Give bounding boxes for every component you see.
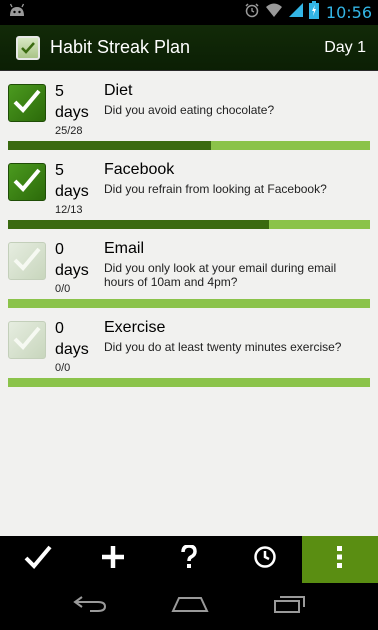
checkbox-icon[interactable] (16, 35, 40, 60)
habit-checkbox[interactable] (8, 163, 46, 201)
day-label: Day 1 (324, 38, 366, 56)
list-item[interactable]: 0 days 0/0 Email Did you only look at yo… (0, 230, 378, 309)
plus-icon (101, 545, 125, 574)
streak: 5 days 25/28 (55, 82, 100, 138)
list-item[interactable]: 0 days 0/0 Exercise Did you do at least … (0, 309, 378, 388)
habit-name: Facebook (104, 161, 175, 178)
streak-unit: days (55, 341, 89, 358)
check-icon (24, 545, 52, 574)
app-title: Habit Streak Plan (50, 37, 191, 57)
help-button[interactable] (151, 536, 227, 583)
bottom-toolbar (0, 536, 378, 583)
overflow-menu-icon (336, 545, 344, 574)
status-time: 10:56 (325, 3, 372, 22)
action-bar: Habit Streak Plan Day 1 (0, 25, 378, 71)
progress-fill (8, 220, 269, 229)
habit-name: Email (104, 240, 145, 257)
streak-ratio: 0/0 (55, 362, 71, 374)
check-icon (12, 167, 42, 198)
streak-count: 0 (55, 241, 64, 258)
home-icon[interactable] (171, 596, 209, 617)
progress-bar (8, 299, 370, 308)
habit-question: Did you avoid eating chocolate? (104, 103, 275, 117)
habit-question: Did you do at least twenty minutes exerc… (104, 340, 342, 354)
signal-icon (288, 2, 304, 23)
streak-count: 5 (55, 83, 64, 100)
history-button[interactable] (227, 536, 303, 583)
wifi-icon (265, 2, 283, 23)
battery-icon (308, 1, 319, 24)
streak: 0 days 0/0 (55, 319, 100, 375)
overflow-menu-button[interactable] (302, 536, 378, 583)
status-bar: 10:56 (0, 0, 378, 25)
check-button[interactable] (0, 536, 76, 583)
streak-unit: days (55, 183, 89, 200)
habit-checkbox[interactable] (8, 321, 46, 359)
back-icon[interactable] (72, 595, 108, 618)
streak-count: 5 (55, 162, 64, 179)
check-icon (12, 246, 42, 277)
check-icon (12, 325, 42, 356)
progress-bar (8, 378, 370, 387)
habit-checkbox[interactable] (8, 242, 46, 280)
streak: 5 days 12/13 (55, 161, 100, 217)
question-icon (180, 544, 198, 574)
android-icon (8, 3, 26, 22)
habit-question: Did you refrain from looking at Facebook… (104, 182, 327, 196)
progress-bar (8, 220, 370, 229)
clock-icon (253, 545, 277, 574)
system-nav-bar (0, 583, 378, 630)
streak-ratio: 25/28 (55, 125, 83, 137)
list-item[interactable]: 5 days 25/28 Diet Did you avoid eating c… (0, 72, 378, 151)
habit-question: Did you only look at your email during e… (104, 261, 337, 289)
alarm-icon (244, 2, 260, 23)
streak: 0 days 0/0 (55, 240, 100, 296)
streak-count: 0 (55, 320, 64, 337)
streak-ratio: 12/13 (55, 204, 83, 216)
habit-name: Diet (104, 82, 133, 99)
streak-ratio: 0/0 (55, 283, 71, 295)
streak-unit: days (55, 262, 89, 279)
check-icon (12, 88, 42, 119)
list-item[interactable]: 5 days 12/13 Facebook Did you refrain fr… (0, 151, 378, 230)
recent-apps-icon[interactable] (272, 595, 306, 618)
progress-fill (8, 141, 211, 150)
streak-unit: days (55, 104, 89, 121)
habit-checkbox[interactable] (8, 84, 46, 122)
add-button[interactable] (76, 536, 152, 583)
progress-bar (8, 141, 370, 150)
habit-name: Exercise (104, 319, 166, 336)
habit-list: 5 days 25/28 Diet Did you avoid eating c… (0, 72, 378, 388)
